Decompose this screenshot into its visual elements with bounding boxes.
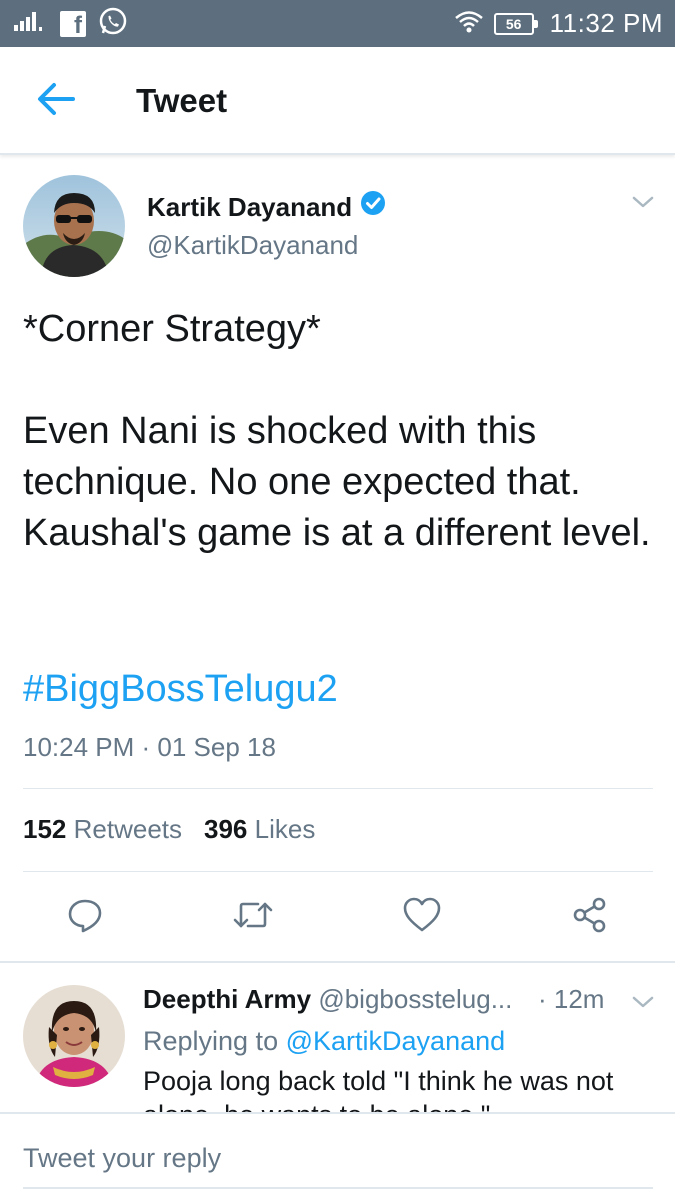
likes-label: Likes — [254, 814, 316, 844]
reply-menu-button[interactable] — [630, 990, 656, 1014]
section-divider — [0, 961, 675, 963]
likes-count: 396 — [204, 814, 248, 844]
tweet-text-line1: *Corner Strategy* — [23, 308, 321, 350]
replying-to-label: Replying to — [143, 1026, 279, 1056]
replying-to: Replying to @KartikDayanand — [143, 1024, 505, 1058]
whatsapp-icon — [98, 6, 128, 41]
tweet-timestamp: 10:24 PM · 01 Sep 18 — [23, 732, 276, 762]
share-button[interactable] — [569, 896, 611, 938]
reply-icon — [66, 896, 104, 939]
likes-stat[interactable]: 396 Likes — [204, 812, 315, 846]
status-bar: f 56 11:32 PM — [0, 0, 675, 47]
reply-input[interactable]: Tweet your reply — [23, 1140, 221, 1176]
status-time: 11:32 PM — [549, 8, 663, 38]
divider — [23, 871, 653, 872]
chevron-down-icon — [630, 196, 656, 218]
arrow-left-icon — [36, 81, 76, 122]
reply-author-handle: @bigbosstelug... — [318, 984, 513, 1014]
retweets-stat[interactable]: 152 Retweets — [23, 812, 182, 846]
tweet-text-line2: Even Nani is shocked with this technique… — [23, 410, 651, 554]
tweet-menu-button[interactable] — [630, 190, 656, 214]
tweet-stats: 152 Retweets 396 Likes — [23, 812, 315, 846]
author-avatar[interactable] — [23, 175, 125, 277]
reply-time: · 12m — [538, 984, 605, 1014]
status-bar-left: f — [14, 0, 128, 47]
like-icon — [402, 896, 442, 939]
status-bar-right: 56 11:32 PM — [454, 0, 663, 47]
hashtag-link[interactable]: #BiggBossTelugu2 — [23, 664, 338, 715]
reply-text: Pooja long back told "I think he was not… — [143, 1066, 614, 1114]
battery-icon: 56 — [493, 12, 538, 35]
wifi-icon — [454, 9, 484, 38]
back-button[interactable] — [32, 79, 80, 123]
reply-header[interactable]: Deepthi Army @bigbosstelug... — [143, 982, 512, 1016]
page-title: Tweet — [136, 82, 228, 119]
retweets-count: 152 — [23, 814, 67, 844]
facebook-icon: f — [60, 10, 86, 37]
share-icon — [571, 896, 609, 939]
reply-author-name: Deepthi Army — [143, 984, 312, 1014]
chevron-down-icon — [630, 996, 656, 1018]
replying-to-mention[interactable]: @KartikDayanand — [286, 1026, 506, 1056]
reply-button[interactable] — [64, 896, 106, 938]
tweet-body: *Corner Strategy* Even Nani is shocked w… — [23, 304, 653, 559]
verified-badge-icon — [360, 190, 386, 224]
author-name[interactable]: Kartik Dayanand — [147, 190, 386, 224]
composer-underline — [23, 1187, 653, 1189]
app-header: Tweet — [0, 47, 675, 155]
like-button[interactable] — [401, 896, 443, 938]
retweets-label: Retweets — [73, 814, 183, 844]
retweet-button[interactable] — [232, 896, 274, 938]
retweet-icon — [232, 896, 274, 939]
signal-icon — [14, 9, 48, 38]
author-handle[interactable]: @KartikDayanand — [147, 228, 358, 262]
reply-avatar[interactable] — [23, 985, 125, 1087]
divider — [23, 788, 653, 789]
author-name-label: Kartik Dayanand — [147, 192, 353, 222]
